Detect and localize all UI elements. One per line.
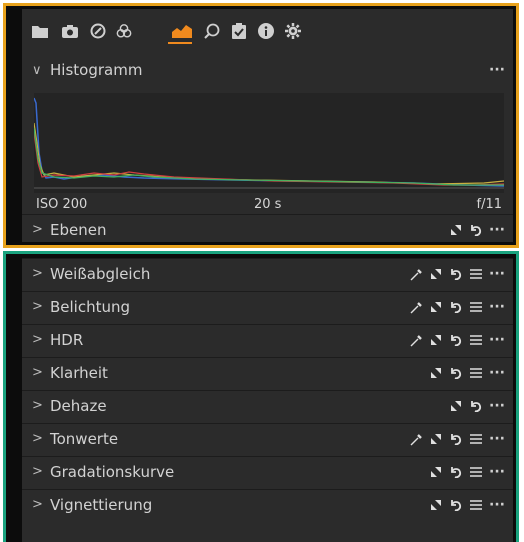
chevron-right-icon[interactable]: > (32, 464, 43, 479)
section-header-tonwerte[interactable]: > Tonwerte ··· (22, 423, 513, 453)
more-options-icon[interactable]: ··· (489, 222, 505, 238)
copy-apply-icon[interactable] (429, 432, 443, 446)
color-icon[interactable] (116, 23, 132, 39)
reset-icon[interactable] (449, 465, 463, 479)
presets-menu-icon[interactable] (469, 300, 483, 314)
section-label: Belichtung (50, 297, 131, 316)
more-options-icon[interactable]: ··· (489, 398, 505, 414)
reset-icon[interactable] (469, 399, 483, 413)
active-tab-indicator (168, 42, 192, 44)
exposure-icon[interactable] (172, 23, 192, 39)
section-header-weißabgleich[interactable]: > Weißabgleich ··· (22, 258, 513, 288)
reset-icon[interactable] (449, 333, 463, 347)
layers-title: Ebenen (50, 220, 107, 239)
section-label: Dehaze (50, 396, 107, 415)
section-header-belichtung[interactable]: > Belichtung ··· (22, 291, 513, 321)
histogram-title: Histogramm (50, 61, 143, 79)
tool-panel-top: ∨ Histogramm ··· ISO 200 20 s f/11 > Ebe… (22, 9, 513, 242)
section-header-gradationskurve[interactable]: > Gradationskurve ··· (22, 456, 513, 486)
shutter-value: 20 s (254, 197, 282, 212)
histogram-chart (33, 93, 505, 193)
copy-apply-icon[interactable] (449, 399, 463, 413)
section-label: Tonwerte (50, 429, 119, 448)
more-options-icon[interactable]: ··· (489, 431, 505, 447)
section-label: HDR (50, 330, 84, 349)
tool-tab-bar (22, 9, 513, 51)
picker-icon[interactable] (409, 432, 423, 446)
settings-icon[interactable] (285, 23, 301, 39)
metadata-icon[interactable] (231, 23, 247, 39)
camera-icon[interactable] (62, 23, 78, 39)
reset-icon[interactable] (449, 267, 463, 281)
picker-icon[interactable] (409, 300, 423, 314)
aperture-value: f/11 (476, 197, 503, 212)
more-options-icon[interactable]: ··· (489, 497, 505, 513)
chevron-right-icon[interactable]: > (32, 299, 43, 314)
layers-section-header[interactable]: > Ebenen ··· (22, 214, 513, 244)
section-header-dehaze[interactable]: > Dehaze ··· (22, 390, 513, 420)
histogram-section-header[interactable]: ∨ Histogramm ··· (22, 55, 513, 85)
presets-menu-icon[interactable] (469, 465, 483, 479)
copy-apply-icon[interactable] (429, 300, 443, 314)
picker-icon[interactable] (409, 267, 423, 281)
copy-apply-icon[interactable] (429, 333, 443, 347)
section-header-hdr[interactable]: > HDR ··· (22, 324, 513, 354)
reset-icon[interactable] (449, 498, 463, 512)
chevron-right-icon[interactable]: > (32, 398, 43, 413)
copy-apply-icon[interactable] (429, 498, 443, 512)
more-options-icon[interactable]: ··· (489, 299, 505, 315)
copy-apply-icon[interactable] (429, 465, 443, 479)
more-options-icon[interactable]: ··· (489, 365, 505, 381)
lens-icon[interactable] (90, 23, 106, 39)
chevron-right-icon[interactable]: > (32, 222, 43, 237)
more-options-icon[interactable]: ··· (489, 332, 505, 348)
chevron-right-icon[interactable]: > (32, 332, 43, 347)
reset-icon[interactable] (449, 300, 463, 314)
section-label: Klarheit (50, 363, 108, 382)
section-label: Gradationskurve (50, 462, 175, 481)
info-icon[interactable] (258, 23, 274, 39)
reset-icon[interactable] (449, 366, 463, 380)
section-label: Weißabgleich (50, 264, 151, 283)
presets-menu-icon[interactable] (469, 333, 483, 347)
chevron-down-icon[interactable]: ∨ (32, 63, 42, 78)
section-header-vignettierung[interactable]: > Vignettierung ··· (22, 489, 513, 519)
copy-apply-icon[interactable] (429, 267, 443, 281)
more-options-icon[interactable]: ··· (489, 266, 505, 282)
picker-icon[interactable] (409, 333, 423, 347)
more-options-icon[interactable]: ··· (489, 464, 505, 480)
presets-menu-icon[interactable] (469, 267, 483, 281)
presets-menu-icon[interactable] (469, 432, 483, 446)
copy-apply-icon[interactable] (449, 223, 463, 237)
chevron-right-icon[interactable]: > (32, 365, 43, 380)
presets-menu-icon[interactable] (469, 498, 483, 512)
loupe-icon[interactable] (204, 23, 220, 39)
reset-icon[interactable] (469, 223, 483, 237)
presets-menu-icon[interactable] (469, 366, 483, 380)
more-options-icon[interactable]: ··· (489, 62, 505, 78)
tool-panel-bottom: > Weißabgleich ··· > Belichtung ··· > HDR ··· > Kl… (22, 258, 513, 542)
copy-apply-icon[interactable] (429, 366, 443, 380)
chevron-right-icon[interactable]: > (32, 431, 43, 446)
section-header-klarheit[interactable]: > Klarheit ··· (22, 357, 513, 387)
chevron-right-icon[interactable]: > (32, 266, 43, 281)
folder-icon[interactable] (32, 23, 48, 39)
chevron-right-icon[interactable]: > (32, 497, 43, 512)
reset-icon[interactable] (449, 432, 463, 446)
iso-value: ISO 200 (36, 197, 88, 212)
section-label: Vignettierung (50, 495, 153, 514)
